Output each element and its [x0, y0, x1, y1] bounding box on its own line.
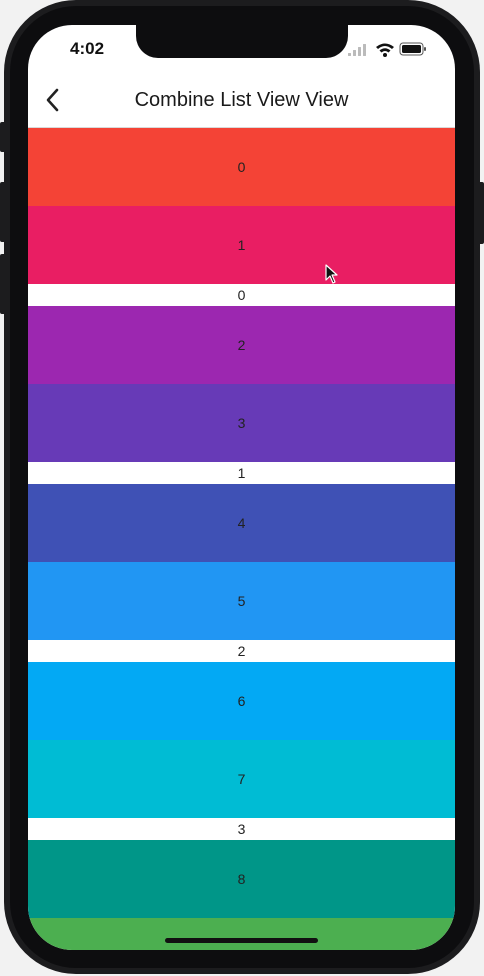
volume-down-button — [0, 254, 6, 314]
section-header-label: 0 — [237, 287, 246, 303]
wifi-icon — [376, 43, 394, 57]
home-indicator[interactable] — [165, 938, 318, 943]
list-item[interactable] — [28, 918, 455, 950]
status-icons — [348, 42, 426, 57]
list-item[interactable]: 2 — [28, 306, 455, 384]
section-header: 3 — [28, 818, 455, 840]
list-item[interactable]: 7 — [28, 740, 455, 818]
list-item-label: 7 — [237, 771, 246, 787]
list-item-label: 0 — [237, 159, 246, 175]
list-item[interactable]: 5 — [28, 562, 455, 640]
list-item[interactable]: 3 — [28, 384, 455, 462]
power-button — [478, 182, 484, 244]
back-chevron-icon[interactable] — [38, 85, 68, 115]
list-item-label: 3 — [237, 415, 246, 431]
navigation-bar: Combine List View View — [28, 75, 455, 128]
phone-device: 4:02 Combine List View View 0 1 0 2 3 1 … — [0, 0, 484, 976]
list-item[interactable]: 1 — [28, 206, 455, 284]
section-header-label: 3 — [237, 821, 246, 837]
section-header: 1 — [28, 462, 455, 484]
mute-switch — [0, 122, 6, 152]
list-item-label: 5 — [237, 593, 246, 609]
list-item-label: 6 — [237, 693, 246, 709]
mouse-cursor-icon — [325, 264, 338, 284]
section-header: 2 — [28, 640, 455, 662]
combined-list[interactable]: 0 1 0 2 3 1 4 5 2 6 7 3 8 — [28, 128, 455, 950]
section-header: 0 — [28, 284, 455, 306]
battery-icon — [399, 42, 426, 56]
screen: 4:02 Combine List View View 0 1 0 2 3 1 … — [28, 25, 455, 950]
page-title: Combine List View View — [134, 89, 349, 111]
volume-up-button — [0, 182, 6, 242]
list-item-label: 2 — [237, 337, 246, 353]
list-item[interactable]: 4 — [28, 484, 455, 562]
section-header-label: 2 — [237, 643, 246, 659]
signal-icon — [348, 44, 366, 56]
list-item[interactable]: 8 — [28, 840, 455, 918]
list-item-label: 8 — [237, 871, 246, 887]
list-item-label: 4 — [237, 515, 246, 531]
list-item-label: 1 — [237, 237, 246, 253]
status-time: 4:02 — [70, 39, 105, 58]
list-item[interactable]: 6 — [28, 662, 455, 740]
section-header-label: 1 — [237, 465, 246, 481]
list-item[interactable]: 0 — [28, 128, 455, 206]
notch — [136, 25, 348, 58]
